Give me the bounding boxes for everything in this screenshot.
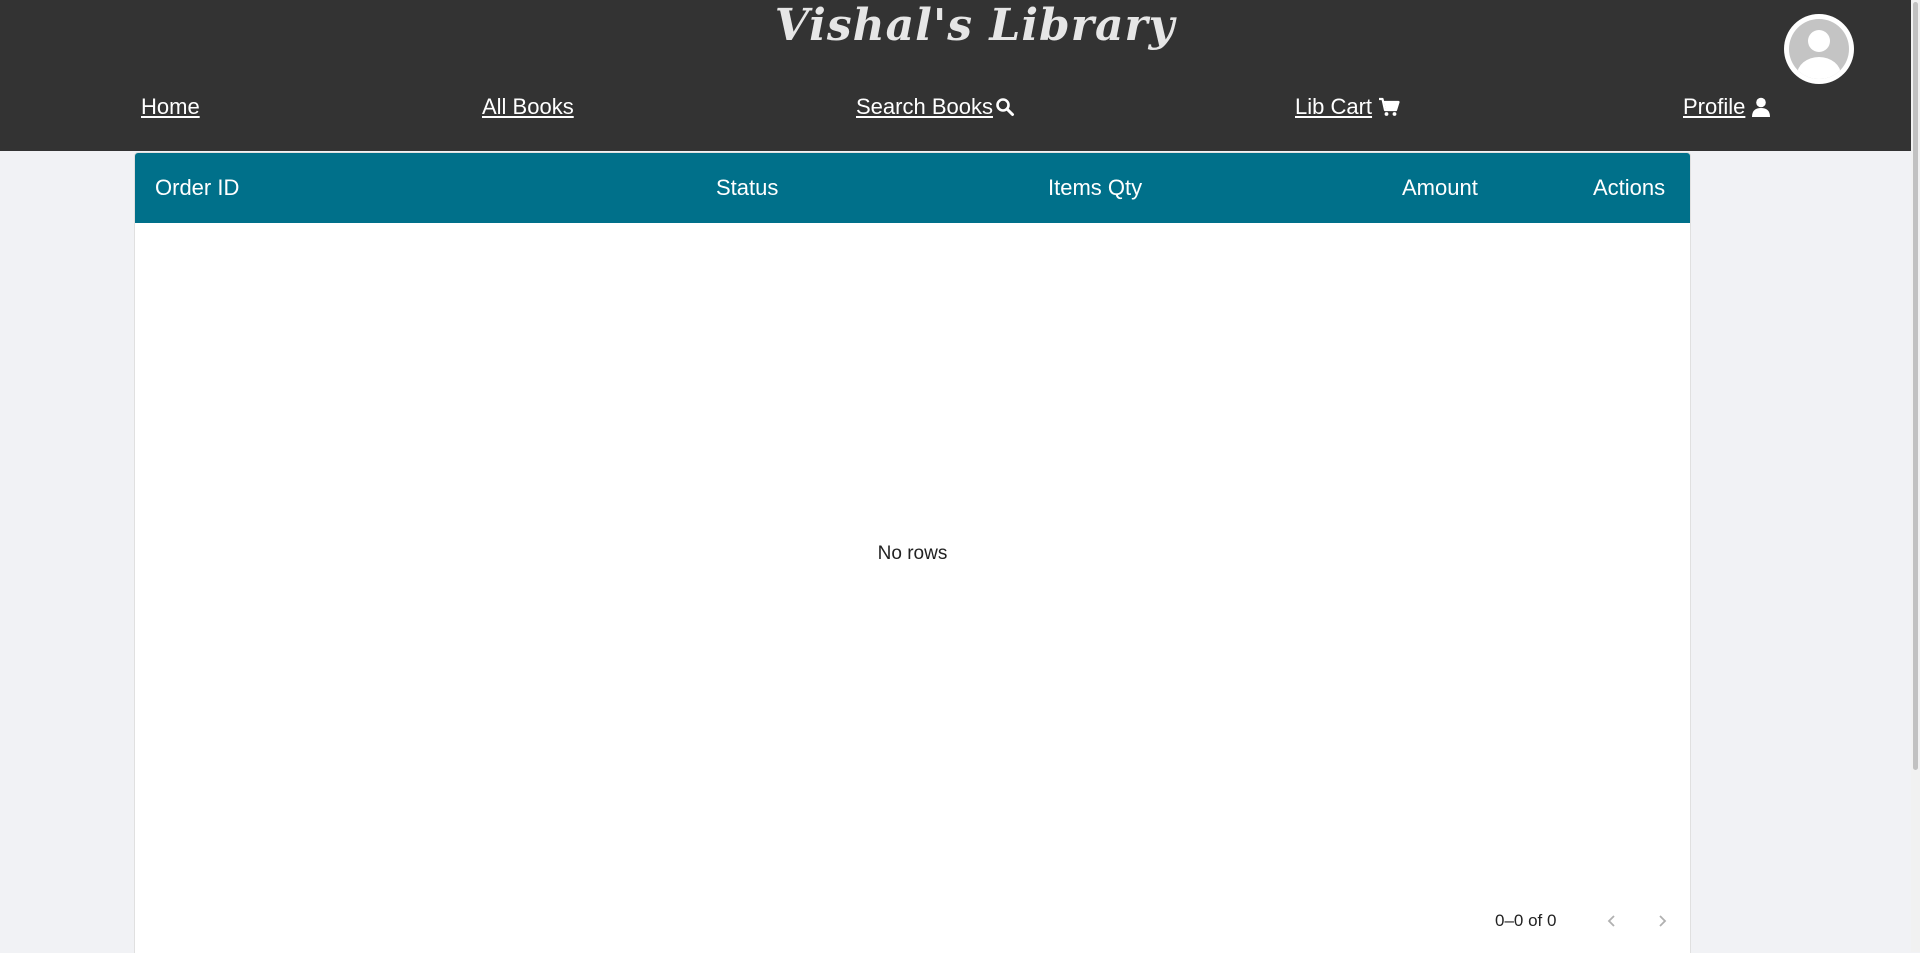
site-header: Vishal's Library Home All Books Search B… — [0, 0, 1920, 151]
nav-home-label: Home — [141, 94, 200, 119]
orders-table: Order ID Status Items Qty Amount Actions… — [134, 152, 1691, 953]
next-page-button[interactable] — [1648, 907, 1676, 935]
scrollbar-thumb[interactable] — [1913, 2, 1918, 770]
nav-search-books[interactable]: Search Books — [856, 94, 1015, 120]
search-icon — [996, 98, 1014, 116]
column-header-items-qty[interactable]: Items Qty — [1048, 153, 1142, 223]
cart-icon — [1379, 97, 1400, 116]
page-scrollbar[interactable] — [1911, 0, 1920, 952]
previous-page-button[interactable] — [1598, 907, 1626, 935]
empty-state-message: No rows — [877, 543, 948, 564]
site-title: Vishal's Library — [774, 0, 1176, 51]
nav-lib-cart-label: Lib Cart — [1295, 94, 1373, 119]
nav-all-books-label: All Books — [482, 94, 574, 119]
nav-search-books-label: Search Books — [856, 94, 993, 119]
column-header-status[interactable]: Status — [716, 153, 778, 223]
avatar-icon — [1789, 19, 1849, 79]
nav-lib-cart[interactable]: Lib Cart — [1295, 94, 1400, 120]
chevron-left-icon — [1607, 915, 1615, 927]
chevron-right-icon — [1659, 915, 1667, 927]
nav-profile[interactable]: Profile — [1683, 94, 1771, 120]
nav-profile-label: Profile — [1683, 94, 1746, 119]
nav-all-books[interactable]: All Books — [482, 94, 574, 120]
column-header-actions[interactable]: Actions — [1593, 153, 1665, 223]
column-header-order-id[interactable]: Order ID — [155, 153, 239, 223]
pagination-range: 0–0 of 0 — [1495, 911, 1557, 930]
column-header-amount[interactable]: Amount — [1402, 153, 1478, 223]
table-header: Order ID Status Items Qty Amount Actions — [135, 153, 1690, 223]
user-icon — [1752, 97, 1771, 117]
nav-home[interactable]: Home — [141, 94, 200, 120]
main-nav: Home All Books Search Books Lib Cart Pro… — [0, 74, 1920, 138]
